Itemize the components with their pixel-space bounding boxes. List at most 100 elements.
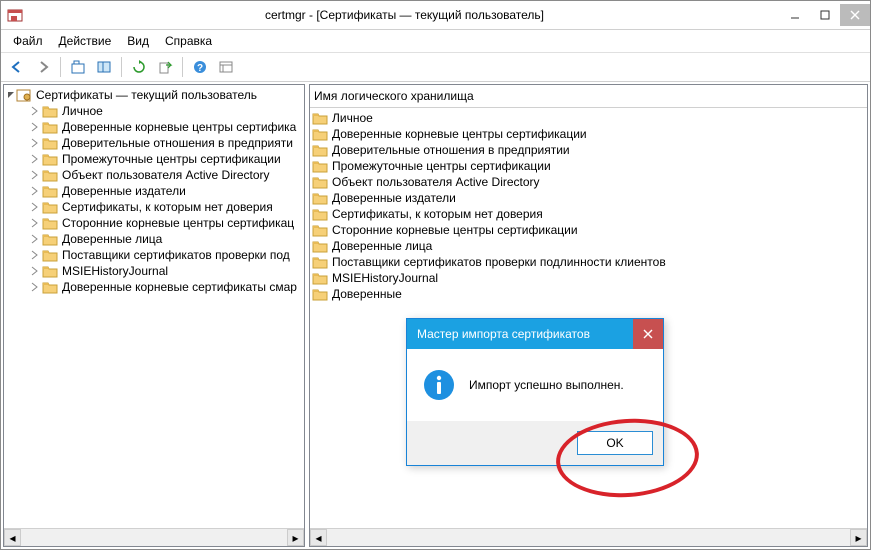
- up-button[interactable]: [66, 55, 90, 79]
- list-item[interactable]: Доверительные отношения в предприятии: [310, 142, 867, 158]
- window-title: certmgr - [Сертификаты — текущий пользов…: [29, 8, 780, 22]
- forward-button[interactable]: [31, 55, 55, 79]
- tree-item-label: Доверенные корневые сертификаты смар: [62, 280, 297, 294]
- menu-file[interactable]: Файл: [5, 32, 51, 50]
- tree-hscrollbar[interactable]: ◂ ▸: [4, 528, 304, 546]
- properties-button[interactable]: [214, 55, 238, 79]
- menu-view[interactable]: Вид: [119, 32, 157, 50]
- tree-item[interactable]: Объект пользователя Active Directory: [4, 167, 304, 183]
- list-item[interactable]: Промежуточные центры сертификации: [310, 158, 867, 174]
- list-pane: Имя логического хранилища Личное Доверенн…: [309, 84, 868, 547]
- expand-icon[interactable]: [28, 185, 40, 197]
- help-button[interactable]: ?: [188, 55, 212, 79]
- main-window: certmgr - [Сертификаты — текущий пользов…: [0, 0, 871, 550]
- tree-item[interactable]: Доверенные корневые центры сертифика: [4, 119, 304, 135]
- list-item-label: Доверенные лица: [332, 239, 432, 253]
- dialog-close-button[interactable]: [633, 319, 663, 349]
- dialog-title: Мастер импорта сертификатов: [407, 319, 663, 349]
- list-item[interactable]: Доверенные лица: [310, 238, 867, 254]
- import-success-dialog: Мастер импорта сертификатов Импорт успеш…: [406, 318, 664, 466]
- close-button[interactable]: [840, 4, 870, 26]
- expand-icon[interactable]: [28, 169, 40, 181]
- list-item[interactable]: Объект пользователя Active Directory: [310, 174, 867, 190]
- tree-item[interactable]: Доверенные лица: [4, 231, 304, 247]
- tree-item-label: Сторонние корневые центры сертификац: [62, 216, 294, 230]
- tree-item-label: Сертификаты, к которым нет доверия: [62, 200, 273, 214]
- tree-item[interactable]: Сертификаты, к которым нет доверия: [4, 199, 304, 215]
- maximize-button[interactable]: [810, 4, 840, 26]
- list-item-label: Промежуточные центры сертификации: [332, 159, 551, 173]
- refresh-button[interactable]: [127, 55, 151, 79]
- tree-item-label: Доверенные корневые центры сертифика: [62, 120, 296, 134]
- expand-icon[interactable]: [28, 137, 40, 149]
- list-item-label: Доверительные отношения в предприятии: [332, 143, 570, 157]
- list-item[interactable]: Поставщики сертификатов проверки подлинн…: [310, 254, 867, 270]
- expand-icon[interactable]: [28, 249, 40, 261]
- ok-button[interactable]: OK: [577, 431, 653, 455]
- menu-action[interactable]: Действие: [51, 32, 120, 50]
- list-item[interactable]: Личное: [310, 110, 867, 126]
- titlebar: certmgr - [Сертификаты — текущий пользов…: [1, 1, 870, 30]
- toolbar: ?: [1, 53, 870, 82]
- tree-item-label: Промежуточные центры сертификации: [62, 152, 281, 166]
- list-item[interactable]: Сертификаты, к которым нет доверия: [310, 206, 867, 222]
- list-item-label: Сторонние корневые центры сертификации: [332, 223, 578, 237]
- tree-item[interactable]: Доверенные издатели: [4, 183, 304, 199]
- content-area: Сертификаты — текущий пользователь Личное…: [1, 82, 870, 549]
- list-item[interactable]: Сторонние корневые центры сертификации: [310, 222, 867, 238]
- expand-icon[interactable]: [28, 153, 40, 165]
- list-column-header[interactable]: Имя логического хранилища: [310, 85, 867, 108]
- expand-icon[interactable]: [28, 217, 40, 229]
- list-item[interactable]: MSIEHistoryJournal: [310, 270, 867, 286]
- tree-item[interactable]: Поставщики сертификатов проверки под: [4, 247, 304, 263]
- tree-item-label: Доверенные лица: [62, 232, 162, 246]
- back-button[interactable]: [5, 55, 29, 79]
- tree-item-label: Доверенные издатели: [62, 184, 186, 198]
- scroll-right-icon[interactable]: ▸: [850, 529, 867, 546]
- tree-item-label: MSIEHistoryJournal: [62, 264, 168, 278]
- tree-item[interactable]: Личное: [4, 103, 304, 119]
- expand-icon[interactable]: [28, 105, 40, 117]
- scroll-left-icon[interactable]: ◂: [4, 529, 21, 546]
- expand-icon[interactable]: [28, 265, 40, 277]
- list-item-label: Доверенные: [332, 287, 402, 301]
- app-icon: [7, 7, 23, 23]
- expand-icon[interactable]: [28, 201, 40, 213]
- scroll-right-icon[interactable]: ▸: [287, 529, 304, 546]
- list-hscrollbar[interactable]: ◂ ▸: [310, 528, 867, 546]
- tree-root-label: Сертификаты — текущий пользователь: [36, 88, 257, 102]
- expand-icon[interactable]: [28, 121, 40, 133]
- dialog-message: Импорт успешно выполнен.: [469, 378, 624, 392]
- list-item-label: Доверенные корневые центры сертификации: [332, 127, 587, 141]
- info-icon: [423, 369, 455, 401]
- list-item-label: MSIEHistoryJournal: [332, 271, 438, 285]
- tree-root[interactable]: Сертификаты — текущий пользователь: [4, 87, 304, 103]
- expand-icon[interactable]: [28, 281, 40, 293]
- export-button[interactable]: [153, 55, 177, 79]
- tree-item-label: Поставщики сертификатов проверки под: [62, 248, 290, 262]
- list-item-label: Объект пользователя Active Directory: [332, 175, 540, 189]
- svg-text:?: ?: [197, 63, 203, 74]
- expand-icon[interactable]: [28, 233, 40, 245]
- tree-item[interactable]: Промежуточные центры сертификации: [4, 151, 304, 167]
- list-item[interactable]: Доверенные корневые центры сертификации: [310, 126, 867, 142]
- scroll-left-icon[interactable]: ◂: [310, 529, 327, 546]
- list-item-label: Поставщики сертификатов проверки подлинн…: [332, 255, 666, 269]
- list-item-label: Личное: [332, 111, 373, 125]
- list-item[interactable]: Доверенные: [310, 286, 867, 302]
- tree-item[interactable]: Доверенные корневые сертификаты смар: [4, 279, 304, 295]
- list-item-label: Доверенные издатели: [332, 191, 456, 205]
- collapse-icon[interactable]: [6, 90, 16, 100]
- tree-item[interactable]: Доверительные отношения в предприяти: [4, 135, 304, 151]
- tree-item[interactable]: MSIEHistoryJournal: [4, 263, 304, 279]
- tree-item-label: Личное: [62, 104, 103, 118]
- minimize-button[interactable]: [780, 4, 810, 26]
- tree-item[interactable]: Сторонние корневые центры сертификац: [4, 215, 304, 231]
- tree-item-label: Доверительные отношения в предприяти: [62, 136, 293, 150]
- list-item-label: Сертификаты, к которым нет доверия: [332, 207, 543, 221]
- list-item[interactable]: Доверенные издатели: [310, 190, 867, 206]
- menubar: Файл Действие Вид Справка: [1, 30, 870, 53]
- tree-item-label: Объект пользователя Active Directory: [62, 168, 270, 182]
- show-hide-button[interactable]: [92, 55, 116, 79]
- menu-help[interactable]: Справка: [157, 32, 220, 50]
